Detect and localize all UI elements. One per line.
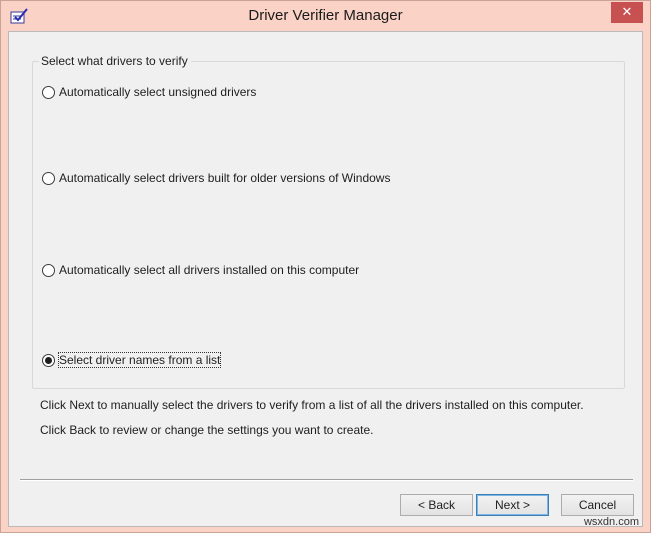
- close-button[interactable]: ✕: [611, 2, 643, 23]
- option-label: Automatically select drivers built for o…: [59, 171, 391, 185]
- radio-button[interactable]: [42, 263, 55, 277]
- next-button[interactable]: Next >: [476, 494, 549, 516]
- option-select-from-list[interactable]: Select driver names from a list: [42, 352, 222, 368]
- watermark: wsxdn.com: [583, 516, 639, 528]
- close-icon: ✕: [621, 4, 633, 19]
- radio-button[interactable]: [42, 171, 55, 185]
- title-bar[interactable]: Driver Verifier Manager ✕: [1, 1, 650, 31]
- option-all-drivers[interactable]: Automatically select all drivers install…: [42, 262, 359, 278]
- back-button-label: < Back: [417, 498, 456, 512]
- window-title: Driver Verifier Manager: [248, 7, 403, 24]
- option-label: Automatically select unsigned drivers: [59, 85, 257, 99]
- info-text-next: Click Next to manually select the driver…: [40, 398, 584, 412]
- back-button[interactable]: < Back: [400, 494, 473, 516]
- cancel-button[interactable]: Cancel: [561, 494, 634, 516]
- radio-button[interactable]: [42, 85, 55, 99]
- option-label: Select driver names from a list: [57, 352, 222, 368]
- driver-selection-group: Select what drivers to verify Automatica…: [32, 54, 625, 389]
- divider: [20, 479, 633, 481]
- option-unsigned-drivers[interactable]: Automatically select unsigned drivers: [42, 84, 256, 100]
- dialog-window: Driver Verifier Manager ✕ Select what dr…: [0, 0, 651, 533]
- radio-button-selected[interactable]: [42, 353, 55, 367]
- cancel-button-label: Cancel: [578, 498, 617, 512]
- group-label: Select what drivers to verify: [39, 54, 191, 68]
- next-button-label: Next >: [494, 498, 530, 512]
- option-label: Automatically select all drivers install…: [59, 263, 360, 277]
- dialog-client-area: Select what drivers to verify Automatica…: [8, 31, 643, 527]
- option-older-windows-drivers[interactable]: Automatically select drivers built for o…: [42, 170, 390, 186]
- info-text-back: Click Back to review or change the setti…: [40, 423, 374, 437]
